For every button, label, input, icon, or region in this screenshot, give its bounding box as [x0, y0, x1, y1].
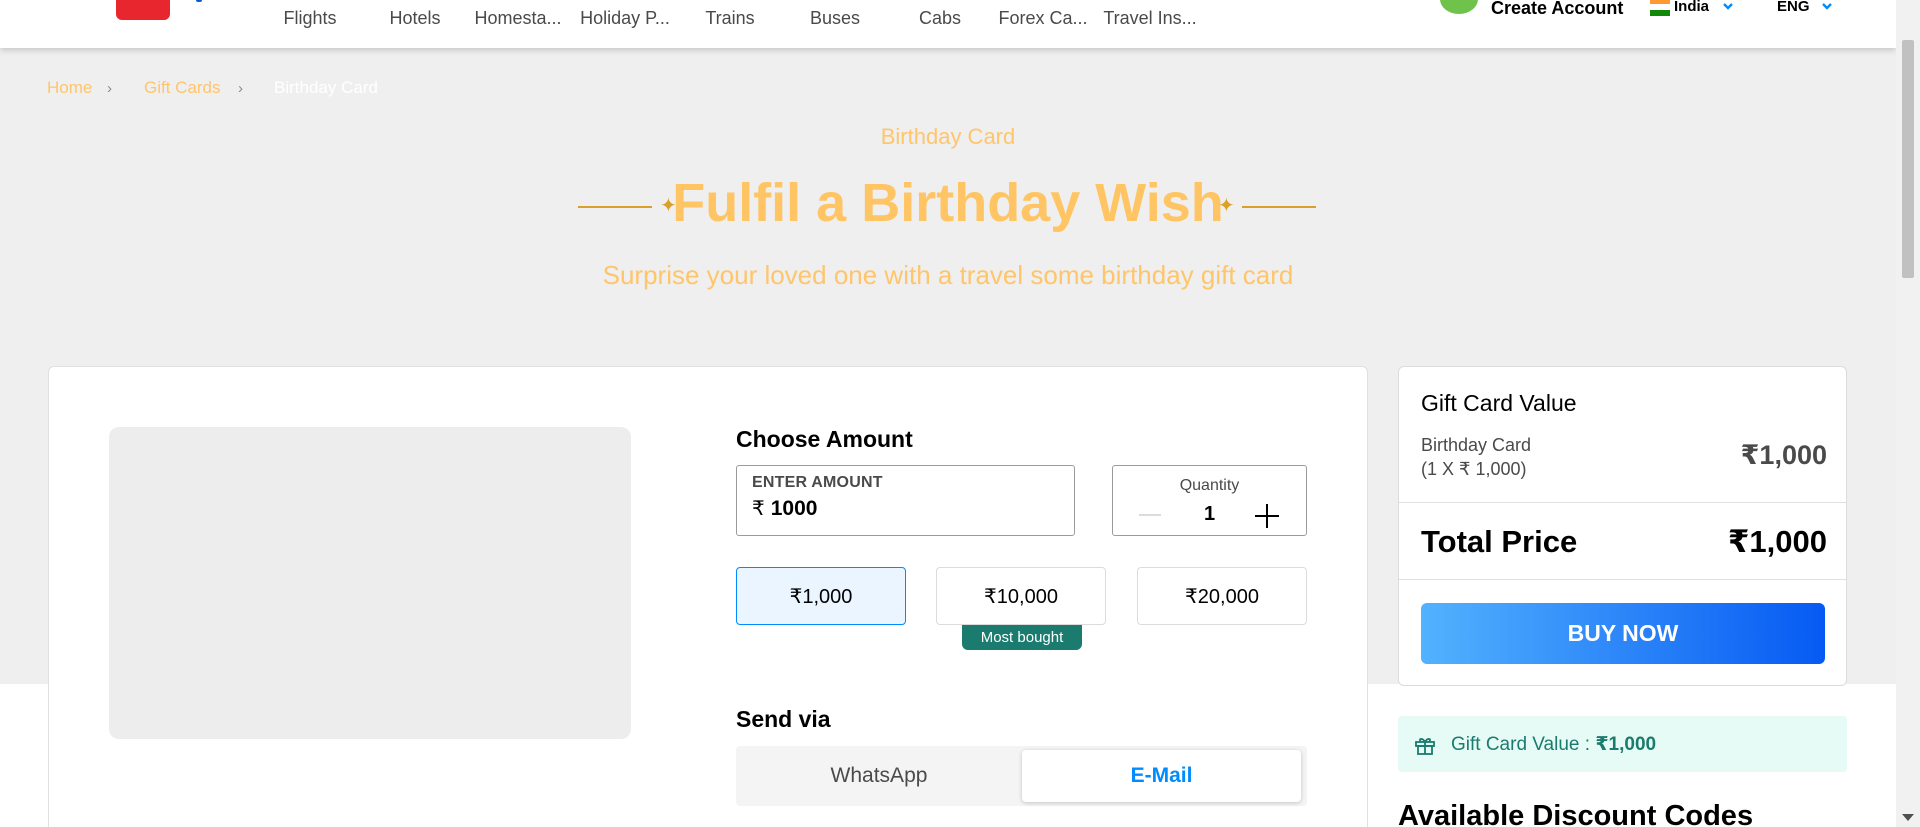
nav-item-trains[interactable]: Trains: [700, 8, 760, 30]
decorative-line: [1242, 206, 1316, 208]
hero-title-container: Fulfil a Birthday Wish: [0, 172, 1896, 234]
discount-codes-heading: Available Discount Codes: [1398, 800, 1754, 827]
total-price-value: ₹1,000: [1727, 524, 1827, 559]
summary-item-name: Birthday Card: [1421, 435, 1532, 455]
nav-item-hotels[interactable]: Hotels: [382, 8, 448, 30]
amount-input-label: ENTER AMOUNT: [752, 474, 883, 491]
breadcrumb-current: Birthday Card: [274, 78, 378, 97]
account-avatar-icon[interactable]: [1440, 0, 1478, 14]
send-via-heading: Send via: [736, 706, 831, 732]
buy-now-button[interactable]: BUY NOW: [1421, 603, 1825, 664]
nav-item-flights[interactable]: Flights: [280, 8, 340, 30]
tab-whatsapp[interactable]: WhatsApp: [740, 750, 1018, 802]
breadcrumb-separator-icon: ›: [238, 80, 243, 97]
gift-card-value-text: Gift Card Value : ₹1,000: [1451, 733, 1656, 756]
page-scrollbar[interactable]: [1896, 0, 1920, 827]
nav-item-buses[interactable]: Buses: [805, 8, 865, 30]
gift-card-image-placeholder: [109, 427, 631, 739]
nav-item-cabs[interactable]: Cabs: [915, 8, 965, 30]
gift-card-value-label: Gift Card Value :: [1451, 734, 1596, 755]
hero-category: Birthday Card: [880, 124, 1016, 149]
gift-icon: [1415, 738, 1435, 755]
sparkle-icon: ✦: [1218, 195, 1235, 217]
send-via-tabs: WhatsApp E-Mail: [736, 746, 1307, 806]
nav-item-forex-card[interactable]: Forex Ca...: [998, 8, 1088, 30]
nav-item-travel-insurance[interactable]: Travel Ins...: [1103, 8, 1197, 30]
nav-item-holiday-packages[interactable]: Holiday P...: [578, 8, 672, 30]
tab-email[interactable]: E-Mail: [1022, 750, 1301, 802]
breadcrumb-home[interactable]: Home: [47, 78, 92, 98]
brand-logo-mark: [196, 0, 202, 2]
total-price-label: Total Price: [1421, 524, 1578, 559]
choose-amount-heading: Choose Amount: [736, 426, 913, 452]
amount-input-value[interactable]: ₹ 1000: [752, 496, 817, 521]
country-selector[interactable]: India: [1674, 0, 1709, 15]
divider: [1399, 502, 1846, 503]
divider: [1399, 579, 1846, 580]
chevron-down-icon[interactable]: [1821, 0, 1833, 12]
quantity-increase-button[interactable]: [1255, 504, 1279, 528]
india-flag-icon: [1650, 0, 1670, 16]
rupee-icon: ₹: [752, 498, 765, 520]
summary-item-detail: (1 X ₹ 1,000): [1421, 459, 1527, 479]
hero-title: Fulfil a Birthday Wish: [672, 173, 1224, 233]
breadcrumb-separator-icon: ›: [107, 80, 112, 97]
scroll-down-arrow-icon[interactable]: [1902, 814, 1914, 821]
amount-preset-20000[interactable]: ₹20,000: [1137, 567, 1307, 625]
nav-item-homestays[interactable]: Homesta...: [473, 8, 563, 30]
scrollbar-thumb[interactable]: [1902, 40, 1914, 278]
summary-title: Gift Card Value: [1421, 390, 1577, 416]
most-bought-badge: Most bought: [962, 625, 1082, 650]
hero-tagline: Surprise your loved one with a travel so…: [602, 260, 1294, 290]
amount-value[interactable]: 1000: [771, 497, 818, 521]
create-account-link[interactable]: Create Account: [1491, 0, 1623, 19]
amount-input[interactable]: ENTER AMOUNT ₹ 1000: [736, 465, 1075, 536]
language-selector[interactable]: ENG: [1777, 0, 1810, 15]
quantity-stepper: Quantity 1: [1112, 465, 1307, 536]
amount-preset-10000[interactable]: ₹10,000: [936, 567, 1106, 625]
breadcrumb-gift-cards[interactable]: Gift Cards: [144, 78, 221, 98]
brand-logo[interactable]: [116, 0, 170, 20]
top-nav: Flights Hotels Homesta... Holiday P... T…: [0, 0, 1896, 48]
summary-item-value: ₹1,000: [1740, 440, 1827, 470]
gift-card-value-amount: ₹1,000: [1595, 734, 1657, 755]
quantity-label: Quantity: [1179, 477, 1240, 494]
amount-preset-1000[interactable]: ₹1,000: [736, 567, 906, 625]
chevron-down-icon[interactable]: [1722, 0, 1734, 12]
